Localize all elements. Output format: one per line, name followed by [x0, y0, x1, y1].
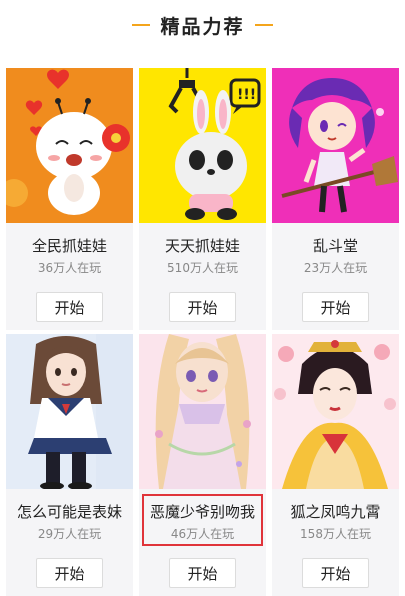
game-thumbnail-3[interactable]: [272, 68, 399, 223]
start-button[interactable]: 开始: [302, 558, 369, 588]
game-name: 狐之凤鸣九霄: [290, 503, 381, 521]
start-button[interactable]: 开始: [169, 292, 236, 322]
witch-broom-image: [272, 68, 399, 223]
game-card-6[interactable]: 狐之凤鸣九霄 158万人在玩 开始: [272, 334, 399, 596]
game-card-2[interactable]: !!! 天天抓娃娃 510万人在玩 开始: [139, 68, 266, 330]
section-title: 精品力荐: [160, 15, 245, 38]
start-button[interactable]: 开始: [169, 558, 236, 588]
anime-princess-image: [139, 334, 266, 489]
game-name: 天天抓娃娃: [164, 237, 240, 255]
game-thumbnail-4[interactable]: [6, 334, 133, 489]
player-count: 510万人在玩: [167, 261, 238, 275]
start-button[interactable]: 开始: [302, 292, 369, 322]
panda-bunny-image: !!!: [139, 68, 266, 223]
player-count: 29万人在玩: [37, 527, 102, 541]
game-thumbnail-5[interactable]: [139, 334, 266, 489]
doll-mascot-image: [6, 68, 133, 223]
game-name: 全民抓娃娃: [31, 237, 107, 255]
svg-text:!!!: !!!: [237, 87, 256, 103]
game-thumbnail-2[interactable]: !!!: [139, 68, 266, 223]
start-button[interactable]: 开始: [36, 558, 103, 588]
game-card-4[interactable]: 怎么可能是表妹 29万人在玩 开始: [6, 334, 133, 596]
empress-image: [272, 334, 399, 489]
right-dash: [254, 24, 273, 26]
game-thumbnail-1[interactable]: [6, 68, 133, 223]
section-header: 精品力荐: [0, 0, 405, 50]
game-card-1[interactable]: 全民抓娃娃 36万人在玩 开始: [6, 68, 133, 330]
game-name: 乱斗堂: [312, 237, 358, 255]
schoolgirl-image: [6, 334, 133, 489]
left-dash: [132, 24, 151, 26]
game-thumbnail-6[interactable]: [272, 334, 399, 489]
highlight-box: [142, 494, 263, 546]
player-count: 36万人在玩: [37, 261, 102, 275]
start-button[interactable]: 开始: [36, 292, 103, 322]
game-card-5[interactable]: 恶魔少爷别吻我 46万人在玩 开始: [139, 334, 266, 596]
player-count: 158万人在玩: [300, 527, 371, 541]
game-name: 怎么可能是表妹: [16, 503, 122, 521]
player-count: 23万人在玩: [303, 261, 368, 275]
game-card-3[interactable]: 乱斗堂 23万人在玩 开始: [272, 68, 399, 330]
